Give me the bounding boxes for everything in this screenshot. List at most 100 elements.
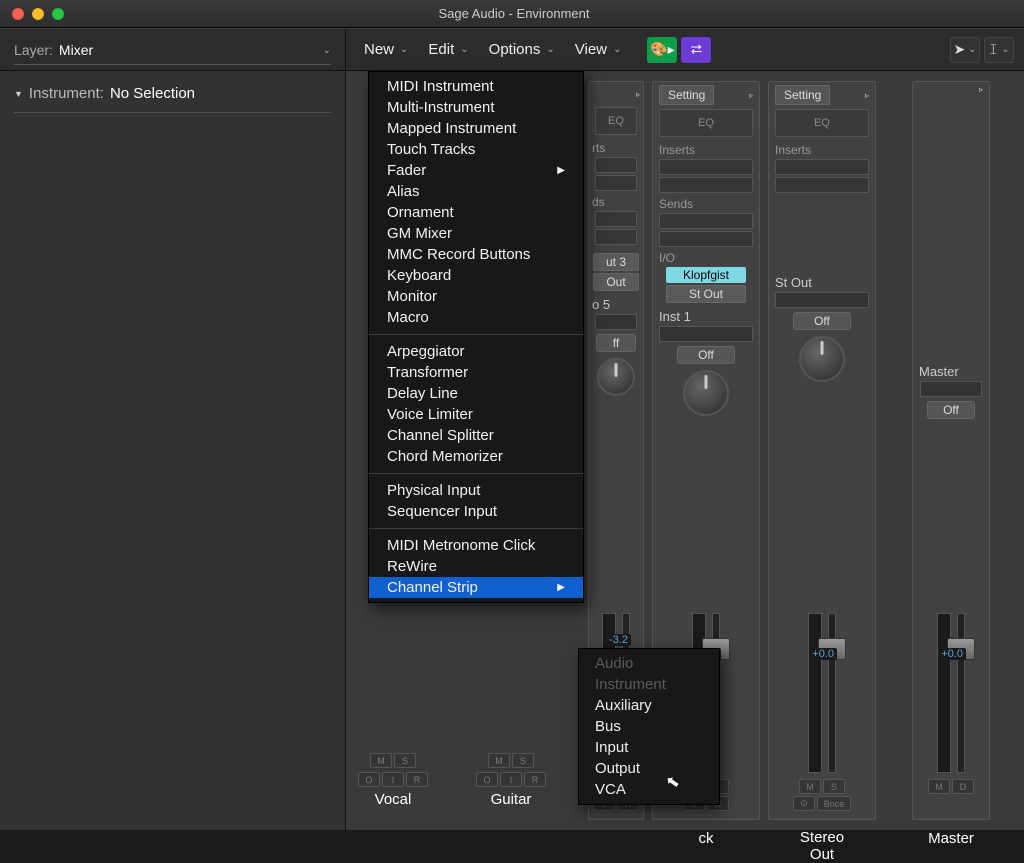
disclosure-icon[interactable]: ▹ — [749, 91, 753, 100]
group-slot[interactable] — [659, 326, 753, 342]
pan-knob[interactable] — [597, 358, 635, 396]
channel-strip-stereo-out[interactable]: Setting▹ EQ Inserts St Out Off +0.0 M S — [768, 81, 876, 820]
insert-slot[interactable] — [775, 159, 869, 175]
menu-item-fader[interactable]: Fader▶ — [369, 160, 583, 181]
menu-item-alias[interactable]: Alias — [369, 181, 583, 202]
io-output[interactable]: ut 3 — [593, 253, 639, 271]
disclosure-icon[interactable]: ▹ — [979, 85, 983, 94]
record-button[interactable]: R — [524, 772, 546, 787]
eq-slot[interactable]: EQ — [659, 109, 753, 137]
group-slot[interactable] — [775, 292, 869, 308]
volume-fader[interactable]: +0.0 — [957, 613, 965, 773]
channel-strip-master[interactable]: ▹ Master Off +0.0 M D Master — [912, 81, 990, 820]
automation-mode[interactable]: Off — [927, 401, 975, 419]
insert-slot[interactable] — [659, 177, 753, 193]
solo-button[interactable]: S — [512, 753, 534, 768]
io-output[interactable]: Out — [593, 273, 639, 291]
menu-view[interactable]: View⌄ — [567, 37, 630, 62]
menu-item-macro[interactable]: Macro — [369, 307, 583, 328]
pan-knob[interactable] — [683, 370, 729, 416]
send-slot[interactable] — [595, 211, 637, 227]
link-icon[interactable]: ⮂ — [681, 37, 711, 63]
text-tool-icon[interactable]: 𝙸⌄ — [984, 37, 1014, 63]
dim-button[interactable]: D — [952, 779, 974, 794]
disclosure-icon[interactable]: ▹ — [865, 91, 869, 100]
submenu-item-auxiliary[interactable]: Auxiliary — [579, 695, 719, 716]
setting-button[interactable]: Setting — [775, 85, 830, 105]
menu-item-physical-input[interactable]: Physical Input — [369, 480, 583, 501]
mute-button[interactable]: M — [799, 779, 821, 794]
automation-mode[interactable]: Off — [677, 346, 735, 364]
output-button[interactable]: O — [476, 772, 498, 787]
new-menu-dropdown[interactable]: MIDI InstrumentMulti-InstrumentMapped In… — [368, 71, 584, 603]
menu-item-channel-splitter[interactable]: Channel Splitter — [369, 425, 583, 446]
menu-item-channel-strip[interactable]: Channel Strip▶ — [369, 577, 583, 598]
record-button[interactable]: R — [406, 772, 428, 787]
volume-fader[interactable]: +0.0 — [828, 613, 836, 773]
instrument-row[interactable]: ▼ Instrument: No Selection — [14, 85, 331, 113]
mute-button[interactable]: M — [488, 753, 510, 768]
submenu-item-vca[interactable]: VCA — [579, 779, 719, 800]
menu-item-mapped-instrument[interactable]: Mapped Instrument — [369, 118, 583, 139]
send-slot[interactable] — [659, 231, 753, 247]
menu-item-sequencer-input[interactable]: Sequencer Input — [369, 501, 583, 522]
disclosure-triangle-icon[interactable]: ▼ — [14, 89, 23, 99]
eq-slot[interactable]: EQ — [595, 107, 637, 135]
menu-item-midi-instrument[interactable]: MIDI Instrument — [369, 76, 583, 97]
send-slot[interactable] — [595, 229, 637, 245]
automation-mode[interactable]: Off — [793, 312, 851, 330]
menu-item-voice-limiter[interactable]: Voice Limiter — [369, 404, 583, 425]
output-button[interactable]: O — [358, 772, 380, 787]
layer-selector[interactable]: Layer: Mixer ⌄ — [0, 29, 346, 70]
menu-item-transformer[interactable]: Transformer — [369, 362, 583, 383]
automation-mode[interactable]: ff — [596, 334, 636, 352]
io-label: I/O — [659, 251, 675, 265]
insert-slot[interactable] — [595, 157, 637, 173]
menu-item-rewire[interactable]: ReWire — [369, 556, 583, 577]
eq-slot[interactable]: EQ — [775, 109, 869, 137]
submenu-item-bus[interactable]: Bus — [579, 716, 719, 737]
menu-item-chord-memorizer[interactable]: Chord Memorizer — [369, 446, 583, 467]
pan-knob[interactable] — [799, 336, 845, 382]
zoom-icon[interactable] — [52, 8, 64, 20]
menu-edit[interactable]: Edit⌄ — [420, 37, 476, 62]
minimize-icon[interactable] — [32, 8, 44, 20]
io-output[interactable]: St Out — [666, 285, 746, 303]
menu-item-delay-line[interactable]: Delay Line — [369, 383, 583, 404]
submenu-item-input[interactable]: Input — [579, 737, 719, 758]
pointer-tool-icon[interactable]: ➤⌄ — [950, 37, 980, 63]
group-slot[interactable] — [595, 314, 637, 330]
menu-item-arpeggiator[interactable]: Arpeggiator — [369, 341, 583, 362]
menu-item-gm-mixer[interactable]: GM Mixer — [369, 223, 583, 244]
menu-item-ornament[interactable]: Ornament — [369, 202, 583, 223]
sends-label: Sends — [659, 197, 693, 211]
mute-button[interactable]: M — [370, 753, 392, 768]
midi-out-icon[interactable]: 🎨▸ — [647, 37, 677, 63]
menu-item-monitor[interactable]: Monitor — [369, 286, 583, 307]
io-instrument[interactable]: Klopfgist — [666, 267, 746, 283]
menu-options[interactable]: Options⌄ — [481, 37, 563, 62]
solo-button[interactable]: S — [823, 779, 845, 794]
send-slot[interactable] — [659, 213, 753, 229]
mute-button[interactable]: M — [928, 779, 950, 794]
menu-item-mmc-record-buttons[interactable]: MMC Record Buttons — [369, 244, 583, 265]
submenu-item-output[interactable]: Output — [579, 758, 719, 779]
setting-button[interactable]: Setting — [659, 85, 714, 105]
insert-slot[interactable] — [775, 177, 869, 193]
input-button[interactable]: I — [382, 772, 404, 787]
dim-button[interactable]: ⊙ — [793, 796, 815, 811]
bounce-button[interactable]: Bnce — [817, 796, 851, 811]
group-slot[interactable] — [920, 381, 982, 397]
solo-button[interactable]: S — [394, 753, 416, 768]
disclosure-icon[interactable]: ▹ — [636, 90, 640, 99]
input-button[interactable]: I — [500, 772, 522, 787]
menu-item-multi-instrument[interactable]: Multi-Instrument — [369, 97, 583, 118]
menu-item-touch-tracks[interactable]: Touch Tracks — [369, 139, 583, 160]
menu-item-keyboard[interactable]: Keyboard — [369, 265, 583, 286]
menu-new[interactable]: New⌄ — [356, 37, 416, 62]
close-icon[interactable] — [12, 8, 24, 20]
menu-item-midi-metronome-click[interactable]: MIDI Metronome Click — [369, 535, 583, 556]
insert-slot[interactable] — [659, 159, 753, 175]
insert-slot[interactable] — [595, 175, 637, 191]
channel-strip-submenu[interactable]: AudioInstrumentAuxiliaryBusInputOutputVC… — [578, 648, 720, 805]
